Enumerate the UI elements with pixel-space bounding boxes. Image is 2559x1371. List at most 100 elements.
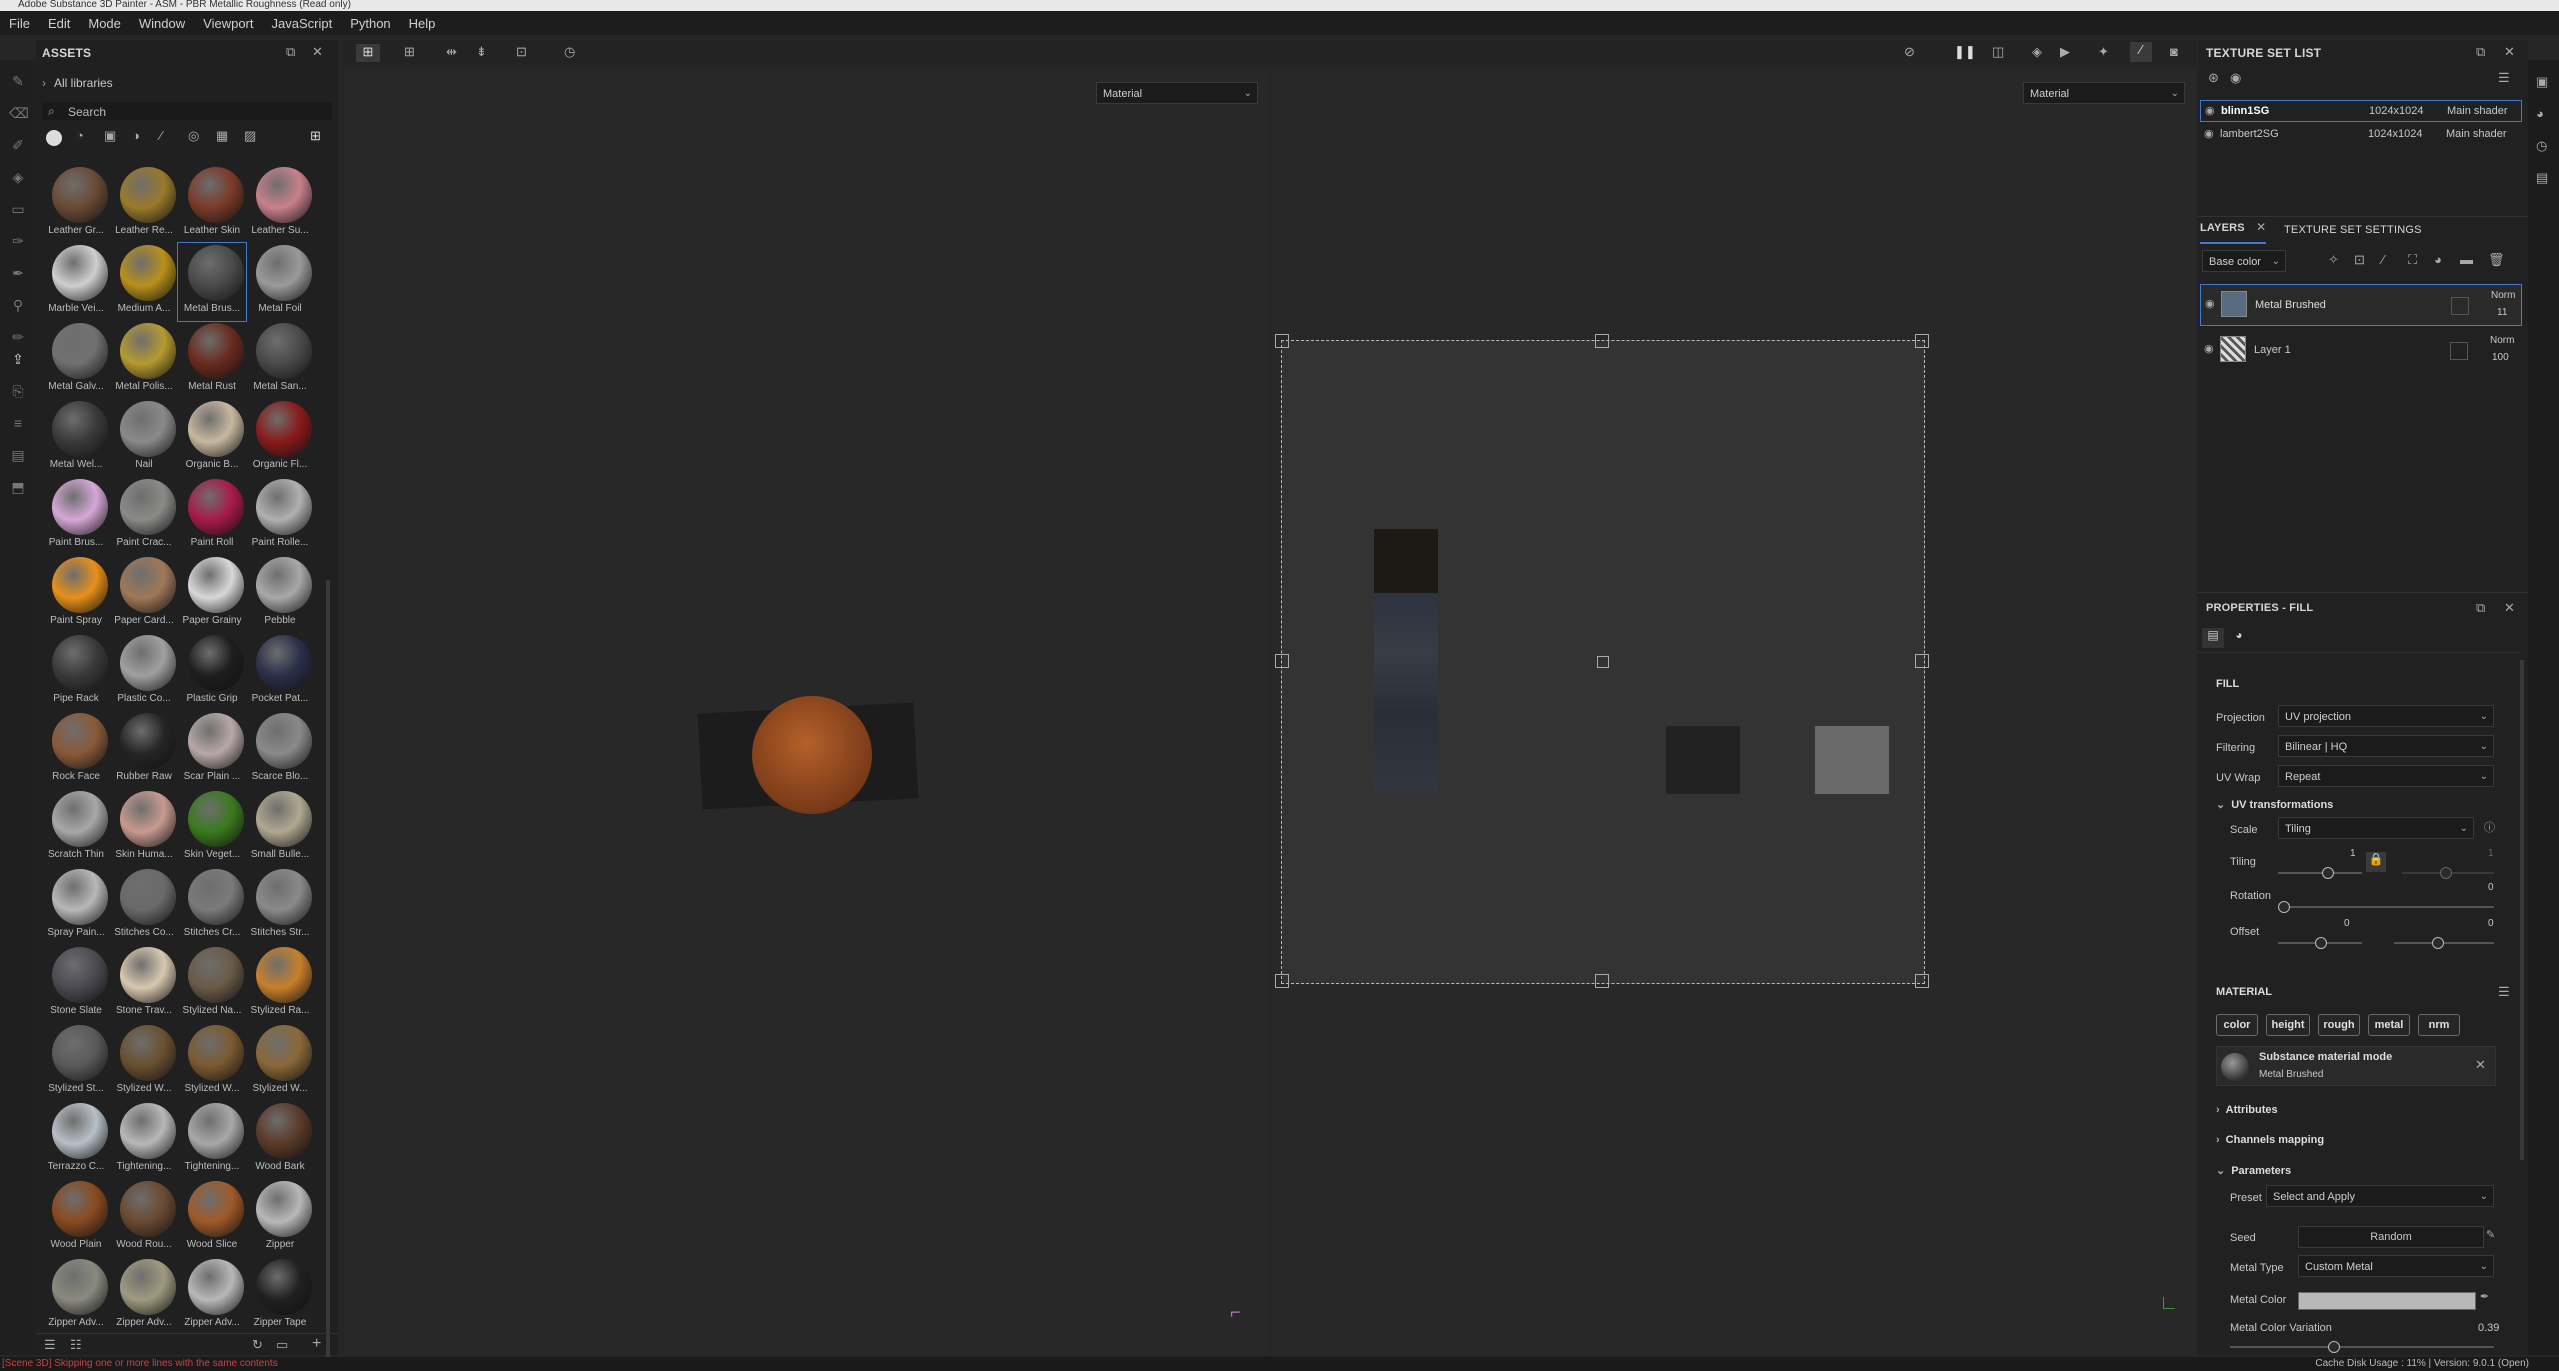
transform-pivot[interactable] bbox=[1597, 656, 1609, 668]
lock-icon[interactable]: 🔒 bbox=[2366, 852, 2386, 872]
close-icon[interactable]: ✕ bbox=[2475, 1057, 2486, 1073]
grid-view-icon[interactable]: ⊞ bbox=[356, 44, 380, 62]
camera-video-icon[interactable]: ▶ bbox=[2060, 44, 2070, 60]
transform-handle[interactable] bbox=[1275, 654, 1289, 668]
asset-item[interactable]: Stone Trav... bbox=[110, 945, 178, 1023]
eraser-icon[interactable]: ⌫ bbox=[9, 104, 29, 122]
add-icon[interactable]: + bbox=[312, 1335, 321, 1353]
viewport-3d[interactable]: Material ⌄ ⌐ bbox=[344, 70, 1269, 1355]
asset-item[interactable]: Stylized W... bbox=[110, 1023, 178, 1101]
symmetry-grid-icon[interactable]: ⊞ bbox=[404, 44, 415, 60]
asset-item[interactable]: Zipper bbox=[246, 1179, 314, 1257]
filtering-select[interactable]: Bilinear | HQ ⌄ bbox=[2278, 735, 2494, 757]
menu-icon[interactable]: ☰ bbox=[2498, 70, 2510, 86]
channel-chip-color[interactable]: color bbox=[2216, 1014, 2258, 1036]
seed-random-button[interactable]: Random bbox=[2298, 1226, 2484, 1248]
materials-filter-icon[interactable] bbox=[46, 130, 62, 146]
layer-mask-slot[interactable] bbox=[2451, 297, 2469, 315]
asset-item[interactable]: Metal Galv... bbox=[42, 321, 110, 399]
close-icon[interactable]: ✕ bbox=[312, 44, 323, 60]
pause-icon[interactable]: ❚❚ bbox=[1954, 44, 1976, 60]
asset-item[interactable]: Scratch Thin bbox=[42, 789, 110, 867]
asset-item[interactable]: Leather Su... bbox=[246, 165, 314, 243]
asset-item[interactable]: Skin Veget... bbox=[178, 789, 246, 867]
asset-item[interactable]: Metal Polis... bbox=[110, 321, 178, 399]
add-fill-layer-icon[interactable]: ⛶ bbox=[2408, 252, 2417, 268]
menu-mode[interactable]: Mode bbox=[79, 16, 130, 31]
asset-item[interactable]: Nail bbox=[110, 399, 178, 477]
channel-chip-metal[interactable]: metal bbox=[2368, 1014, 2410, 1036]
alphas-filter-icon[interactable]: ▦ bbox=[216, 128, 228, 144]
asset-item[interactable]: Scar Plain ... bbox=[178, 711, 246, 789]
texture-set-list-icon[interactable]: ▣ bbox=[2536, 74, 2548, 90]
history-icon[interactable]: ◷ bbox=[564, 44, 575, 60]
smart-materials-filter-icon[interactable]: ◔ bbox=[76, 128, 84, 143]
layers-dock-icon[interactable]: ◕ bbox=[2536, 106, 2544, 121]
layer-blend-mode[interactable]: Norm bbox=[2490, 335, 2514, 346]
float-panel-icon[interactable]: ⧉ bbox=[286, 44, 295, 60]
asset-item[interactable]: Skin Huma... bbox=[110, 789, 178, 867]
texture-set-settings-icon[interactable]: ⊛ bbox=[2208, 70, 2219, 86]
add-smart-material-icon[interactable]: ◕ bbox=[2434, 252, 2442, 267]
new-folder-icon[interactable]: ▭ bbox=[276, 1337, 288, 1353]
library-selector[interactable]: › All libraries bbox=[42, 76, 113, 90]
material-properties-icon[interactable]: ◕ bbox=[2228, 628, 2250, 648]
asset-item[interactable]: Pocket Pat... bbox=[246, 633, 314, 711]
split-view-icon[interactable]: ◫ bbox=[1992, 44, 2004, 60]
history-icon[interactable]: ◷ bbox=[2536, 138, 2547, 154]
asset-item[interactable]: Leather Skin bbox=[178, 165, 246, 243]
close-icon[interactable]: ✕ bbox=[2504, 600, 2515, 616]
asset-item[interactable]: Spray Pain... bbox=[42, 867, 110, 945]
channel-chip-nrm[interactable]: nrm bbox=[2418, 1014, 2460, 1036]
channels-mapping-toggle[interactable]: › Channels mapping bbox=[2216, 1134, 2324, 1146]
float-panel-icon[interactable]: ⧉ bbox=[2476, 600, 2485, 616]
asset-item[interactable]: Metal Brus... bbox=[177, 242, 247, 322]
material-mode-card[interactable]: Substance material mode Metal Brushed ✕ bbox=[2216, 1046, 2496, 1086]
asset-item[interactable]: Stitches Str... bbox=[246, 867, 314, 945]
menu-edit[interactable]: Edit bbox=[39, 16, 79, 31]
transform-handle[interactable] bbox=[1275, 974, 1289, 988]
menu-help[interactable]: Help bbox=[400, 16, 445, 31]
texture-set-row[interactable]: ◉ lambert2SG 1024x1024 Main shader bbox=[2200, 124, 2522, 146]
channel-chip-height[interactable]: height bbox=[2266, 1014, 2310, 1036]
layers-icon[interactable]: ≡ bbox=[9, 414, 27, 432]
tab-texture-set-settings[interactable]: TEXTURE SET SETTINGS bbox=[2284, 222, 2422, 236]
asset-item[interactable]: Paint Spray bbox=[42, 555, 110, 633]
tiling-slider-knob[interactable] bbox=[2322, 867, 2334, 879]
add-paint-layer-icon[interactable]: ⁄ bbox=[2382, 252, 2384, 267]
visibility-icon[interactable]: ◉ bbox=[2230, 70, 2241, 86]
assets-scrollbar[interactable] bbox=[326, 580, 330, 1360]
metal-color-variation-knob[interactable] bbox=[2328, 1341, 2340, 1353]
assets-panel-icon[interactable]: ⇪ bbox=[9, 350, 27, 368]
asset-item[interactable]: Wood Slice bbox=[178, 1179, 246, 1257]
mirror-icon[interactable]: ⇹ bbox=[446, 44, 457, 60]
asset-item[interactable]: Paper Grainy bbox=[178, 555, 246, 633]
asset-item[interactable]: Zipper Adv... bbox=[42, 1257, 110, 1335]
eye-icon[interactable]: ◉ bbox=[2205, 104, 2215, 117]
asset-item[interactable]: Paint Brus... bbox=[42, 477, 110, 555]
preset-select[interactable]: Select and Apply ⌄ bbox=[2266, 1185, 2494, 1207]
tab-layers[interactable]: LAYERS ✕ bbox=[2200, 220, 2267, 244]
uvwrap-select[interactable]: Repeat ⌄ bbox=[2278, 765, 2494, 787]
picker-icon[interactable]: ✒ bbox=[9, 264, 27, 282]
eye-icon[interactable]: ◉ bbox=[2205, 297, 2215, 310]
clone-icon[interactable]: ✑ bbox=[9, 232, 27, 250]
stamp-icon[interactable]: ⚲ bbox=[9, 296, 27, 314]
properties-dock-icon[interactable]: ▤ bbox=[2536, 170, 2548, 186]
delete-icon[interactable]: 🗑 bbox=[2488, 252, 2505, 268]
asset-item[interactable]: Marble Vei... bbox=[42, 243, 110, 321]
asset-item[interactable]: Wood Bark bbox=[246, 1101, 314, 1179]
metal-color-variation-slider[interactable] bbox=[2230, 1346, 2494, 1348]
asset-item[interactable]: Organic Fl... bbox=[246, 399, 314, 477]
asset-item[interactable]: Leather Re... bbox=[110, 165, 178, 243]
projection-icon[interactable]: ✐ bbox=[9, 136, 27, 154]
asset-item[interactable]: Metal San... bbox=[246, 321, 314, 399]
paint-brush-icon[interactable]: ✎ bbox=[9, 72, 27, 90]
refresh-icon[interactable]: ↻ bbox=[252, 1337, 263, 1353]
tiling-slider-knob[interactable] bbox=[2440, 867, 2452, 879]
transform-handle[interactable] bbox=[1595, 334, 1609, 348]
display-icon[interactable]: ▤ bbox=[9, 446, 27, 464]
asset-item[interactable]: Stitches Cr... bbox=[178, 867, 246, 945]
grid-view-icon[interactable]: ⊞ bbox=[310, 128, 321, 144]
asset-item[interactable]: Leather Gr... bbox=[42, 165, 110, 243]
